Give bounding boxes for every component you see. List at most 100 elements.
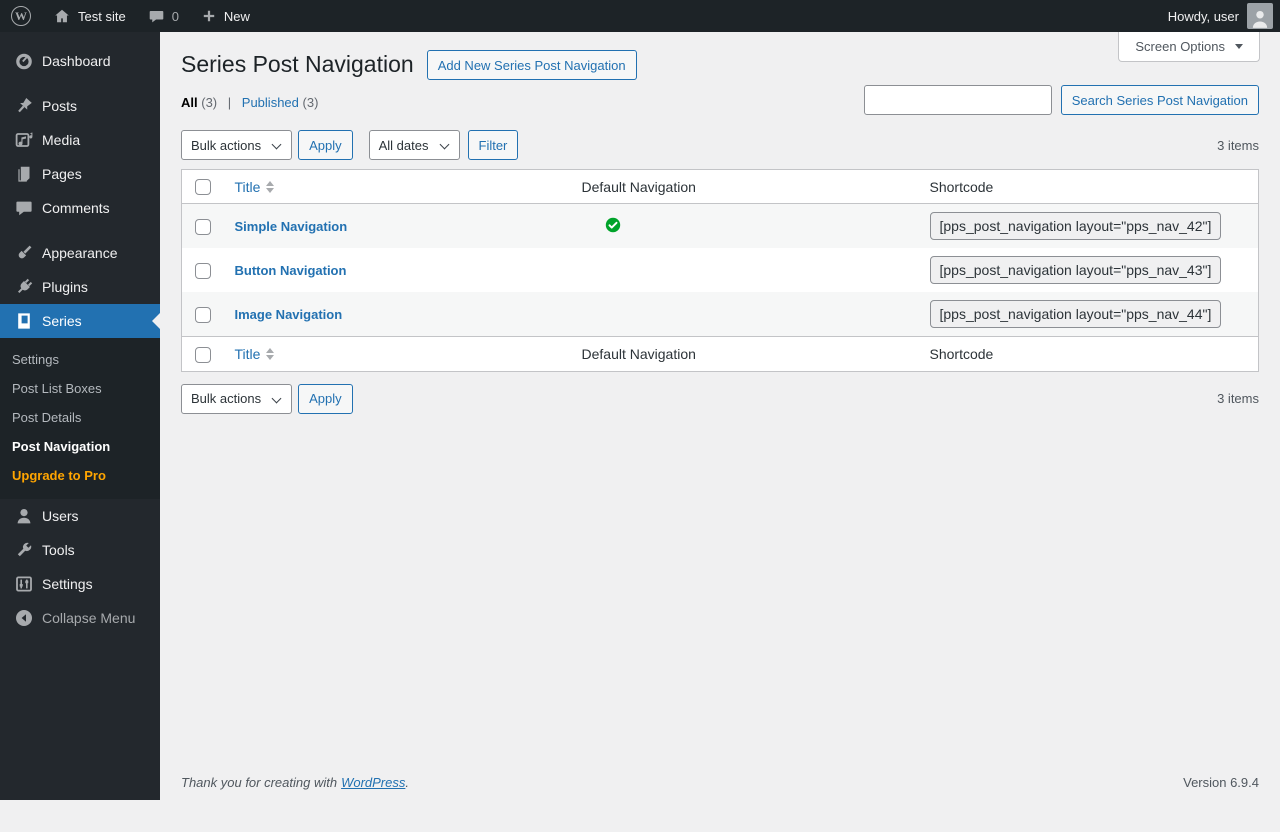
user-icon [14, 506, 34, 526]
sidebar-item-pages[interactable]: Pages [0, 157, 160, 191]
view-all-count: (3) [201, 95, 217, 110]
sidebar-item-label: Collapse Menu [42, 610, 135, 626]
sort-by-title-link[interactable]: Title [235, 179, 275, 195]
series-list-table: Title Default Navigation Shortcode Simpl… [181, 169, 1259, 372]
column-header-default-navigation: Default Navigation [572, 170, 920, 204]
comment-bubble-icon [148, 8, 165, 25]
search-input[interactable] [864, 85, 1052, 115]
row-title-link[interactable]: Simple Navigation [235, 219, 348, 234]
sidebar-item-label: Media [42, 132, 80, 148]
comments-admin-link[interactable]: 0 [137, 0, 190, 32]
admin-menu: Dashboard Posts Media Pages Comments [0, 32, 160, 800]
media-icon [14, 130, 34, 150]
column-header-shortcode: Shortcode [920, 170, 1259, 204]
admin-content: Screen Options Series Post Navigation Ad… [160, 32, 1280, 800]
sidebar-item-media[interactable]: Media [0, 123, 160, 157]
admin-bar: W Test site 0 New Howdy, user [0, 0, 1280, 32]
page-title: Series Post Navigation [181, 50, 414, 80]
search-box: Search Series Post Navigation [864, 85, 1259, 115]
sidebar-item-appearance[interactable]: Appearance [0, 236, 160, 270]
sidebar-item-plugins[interactable]: Plugins [0, 270, 160, 304]
sidebar-item-label: Posts [42, 98, 77, 114]
row-title-link[interactable]: Button Navigation [235, 263, 347, 278]
site-name-link[interactable]: Test site [42, 0, 137, 32]
table-row: Button Navigation [pps_post_navigation l… [182, 248, 1259, 292]
new-label: New [224, 9, 250, 24]
new-content-menu[interactable]: New [190, 0, 261, 32]
bulk-actions-select[interactable]: Bulk actions [181, 130, 292, 160]
wordpress-logo-icon: W [11, 6, 31, 26]
add-new-button[interactable]: Add New Series Post Navigation [427, 50, 637, 80]
wordpress-link[interactable]: WordPress [341, 775, 405, 790]
screen-options-button[interactable]: Screen Options [1118, 32, 1260, 62]
comment-count: 0 [172, 9, 179, 24]
settings-sliders-icon [14, 574, 34, 594]
plug-icon [14, 277, 34, 297]
dashboard-icon [14, 51, 34, 71]
row-title-link[interactable]: Image Navigation [235, 307, 343, 322]
view-published-link[interactable]: Published [242, 95, 299, 110]
view-filters: All (3) | Published (3) [181, 85, 318, 110]
view-all-link[interactable]: All [181, 95, 198, 110]
apply-button[interactable]: Apply [298, 130, 353, 160]
sidebar-item-posts[interactable]: Posts [0, 89, 160, 123]
sidebar-item-comments[interactable]: Comments [0, 191, 160, 225]
submenu-item-post-navigation[interactable]: Post Navigation [0, 432, 160, 461]
sidebar-item-dashboard[interactable]: Dashboard [0, 44, 160, 78]
series-submenu: Settings Post List Boxes Post Details Po… [0, 338, 160, 499]
wordpress-logo-menu[interactable]: W [0, 0, 42, 32]
submenu-item-settings[interactable]: Settings [0, 345, 160, 374]
account-menu[interactable]: Howdy, user [1168, 0, 1280, 32]
search-submit-button[interactable]: Search Series Post Navigation [1061, 85, 1259, 115]
plus-icon [201, 8, 217, 24]
sidebar-item-settings[interactable]: Settings [0, 567, 160, 601]
submenu-item-post-details[interactable]: Post Details [0, 403, 160, 432]
row-checkbox[interactable] [195, 263, 211, 279]
footer-thanks: Thank you for creating withWordPress. [181, 775, 409, 790]
screen-options-label: Screen Options [1135, 39, 1225, 54]
howdy-label: Howdy, user [1168, 9, 1239, 24]
date-filter-select[interactable]: All dates [369, 130, 460, 160]
pages-icon [14, 164, 34, 184]
view-separator: | [228, 95, 231, 110]
bulk-actions-select-bottom[interactable]: Bulk actions [181, 384, 292, 414]
row-checkbox[interactable] [195, 219, 211, 235]
footer: Thank you for creating withWordPress. Ve… [181, 775, 1259, 790]
shortcode-value: [pps_post_navigation layout="pps_nav_44"… [930, 300, 1222, 328]
pushpin-icon [14, 96, 34, 116]
sort-by-title-link[interactable]: Title [235, 346, 275, 362]
sidebar-item-tools[interactable]: Tools [0, 533, 160, 567]
filter-button[interactable]: Filter [468, 130, 519, 160]
table-row: Simple Navigation [pps_post_navigation l… [182, 204, 1259, 249]
site-name-label: Test site [78, 9, 126, 24]
submenu-item-upgrade-to-pro[interactable]: Upgrade to Pro [0, 461, 160, 490]
shortcode-value: [pps_post_navigation layout="pps_nav_42"… [930, 212, 1222, 240]
apply-button-bottom[interactable]: Apply [298, 384, 353, 414]
sidebar-item-series[interactable]: Series [0, 304, 160, 338]
table-row: Image Navigation [pps_post_navigation la… [182, 292, 1259, 337]
column-footer-shortcode: Shortcode [920, 337, 1259, 371]
sidebar-item-label: Settings [42, 576, 93, 592]
items-count-bottom: 3 items [1217, 391, 1259, 406]
view-published-count: (3) [303, 95, 319, 110]
wrench-icon [14, 540, 34, 560]
column-footer-default-navigation: Default Navigation [572, 337, 920, 371]
collapse-menu-button[interactable]: Collapse Menu [0, 601, 160, 635]
comments-icon [14, 198, 34, 218]
avatar [1247, 3, 1273, 29]
select-all-checkbox[interactable] [195, 347, 211, 363]
sidebar-item-label: Series [42, 313, 82, 329]
sidebar-item-label: Comments [42, 200, 110, 216]
home-icon [53, 7, 71, 25]
submenu-item-post-list-boxes[interactable]: Post List Boxes [0, 374, 160, 403]
sort-indicator-icon [266, 348, 274, 360]
row-checkbox[interactable] [195, 307, 211, 323]
default-check-icon [605, 217, 621, 233]
sidebar-item-label: Pages [42, 166, 82, 182]
paintbrush-icon [14, 243, 34, 263]
sidebar-item-users[interactable]: Users [0, 499, 160, 533]
sidebar-item-label: Appearance [42, 245, 118, 261]
sidebar-item-label: Tools [42, 542, 75, 558]
sidebar-item-label: Plugins [42, 279, 88, 295]
select-all-checkbox[interactable] [195, 179, 211, 195]
